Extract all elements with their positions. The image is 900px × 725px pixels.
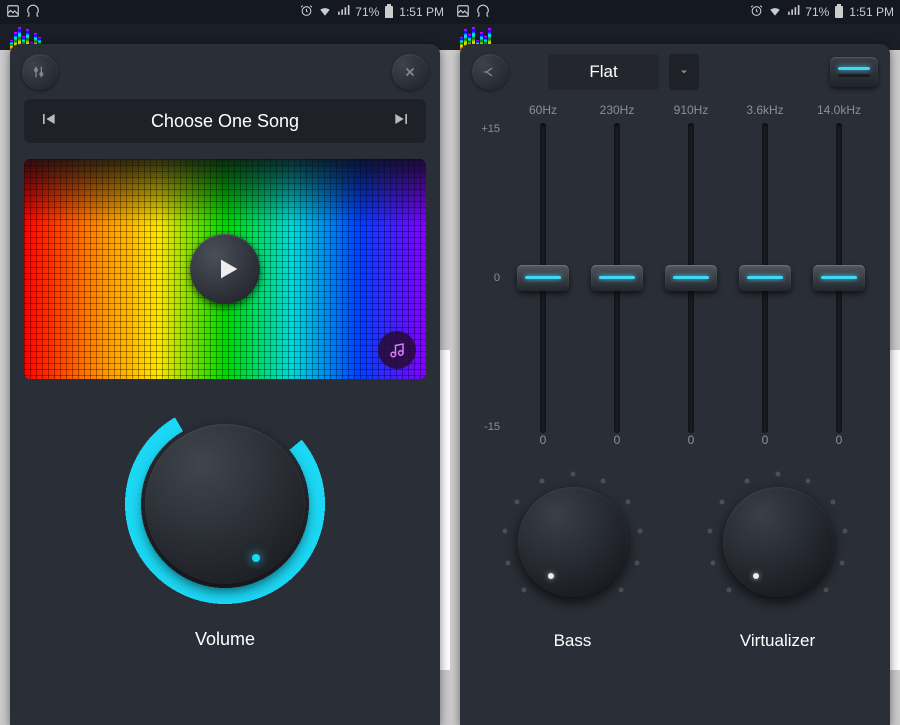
freq-label: 230Hz	[580, 103, 654, 123]
play-button[interactable]	[190, 234, 260, 304]
close-button[interactable]	[392, 54, 428, 90]
eq-scale: +15 0 -15	[474, 123, 506, 433]
freq-label: 3.6kHz	[728, 103, 802, 123]
track-title[interactable]: Choose One Song	[58, 111, 392, 132]
scale-mid: 0	[494, 272, 500, 284]
preset-label: Flat	[589, 62, 617, 82]
freq-label: 910Hz	[654, 103, 728, 123]
gallery-icon	[456, 4, 470, 21]
battery-icon	[384, 4, 394, 21]
eq-slider-3[interactable]	[665, 265, 717, 291]
freq-label: 14.0kHz	[802, 103, 876, 123]
visualizer-area	[24, 159, 426, 379]
eq-slider-2[interactable]	[591, 265, 643, 291]
next-button[interactable]	[392, 109, 412, 134]
bass-knob[interactable]	[518, 487, 628, 597]
track-bar: Choose One Song	[24, 99, 426, 143]
eq-freq-labels: 60Hz 230Hz 910Hz 3.6kHz 14.0kHz	[474, 103, 876, 123]
eq-power-toggle[interactable]	[830, 57, 878, 87]
wifi-icon	[318, 4, 332, 21]
eq-slider-4[interactable]	[739, 265, 791, 291]
scale-min: -15	[484, 421, 500, 433]
previous-button[interactable]	[38, 109, 58, 134]
eq-toggle-button[interactable]	[22, 54, 58, 90]
clock-text: 1:51 PM	[399, 5, 444, 19]
eq-value: 0	[506, 433, 580, 457]
virtualizer-label: Virtualizer	[740, 631, 815, 651]
status-bar: 71% 1:51 PM	[450, 0, 900, 24]
music-library-button[interactable]	[378, 331, 416, 369]
eq-value: 0	[728, 433, 802, 457]
battery-percent: 71%	[355, 5, 379, 19]
eq-value: 0	[580, 433, 654, 457]
battery-percent: 71%	[805, 5, 829, 19]
battery-icon	[834, 4, 844, 21]
eq-value: 0	[654, 433, 728, 457]
preset-select[interactable]: Flat	[548, 54, 659, 90]
headphones-icon	[476, 4, 490, 21]
wifi-icon	[768, 4, 782, 21]
preset-dropdown-button[interactable]	[669, 54, 699, 90]
eq-slider-5[interactable]	[813, 265, 865, 291]
signal-icon	[787, 4, 800, 20]
signal-icon	[337, 4, 350, 20]
bass-label: Bass	[554, 631, 592, 651]
phone-left: 71% 1:51 PM Choose One Song	[0, 0, 450, 725]
alarm-icon	[750, 4, 763, 20]
gallery-icon	[6, 4, 20, 21]
virtualizer-knob[interactable]	[723, 487, 833, 597]
phone-right: 71% 1:51 PM Flat 60Hz 23	[450, 0, 900, 725]
eq-value-row: 0 0 0 0 0	[474, 433, 876, 457]
volume-label: Volume	[195, 629, 255, 650]
status-bar: 71% 1:51 PM	[0, 0, 450, 24]
eq-value: 0	[802, 433, 876, 457]
back-button[interactable]	[472, 54, 508, 90]
scale-max: +15	[481, 123, 500, 135]
clock-text: 1:51 PM	[849, 5, 894, 19]
player-panel: Choose One Song Volume	[10, 44, 440, 725]
equalizer-panel: Flat 60Hz 230Hz 910Hz 3.6kHz 14.0kHz +15…	[460, 44, 890, 725]
headphones-icon	[26, 4, 40, 21]
alarm-icon	[300, 4, 313, 20]
volume-knob[interactable]	[145, 424, 305, 584]
eq-slider-1[interactable]	[517, 265, 569, 291]
freq-label: 60Hz	[506, 103, 580, 123]
